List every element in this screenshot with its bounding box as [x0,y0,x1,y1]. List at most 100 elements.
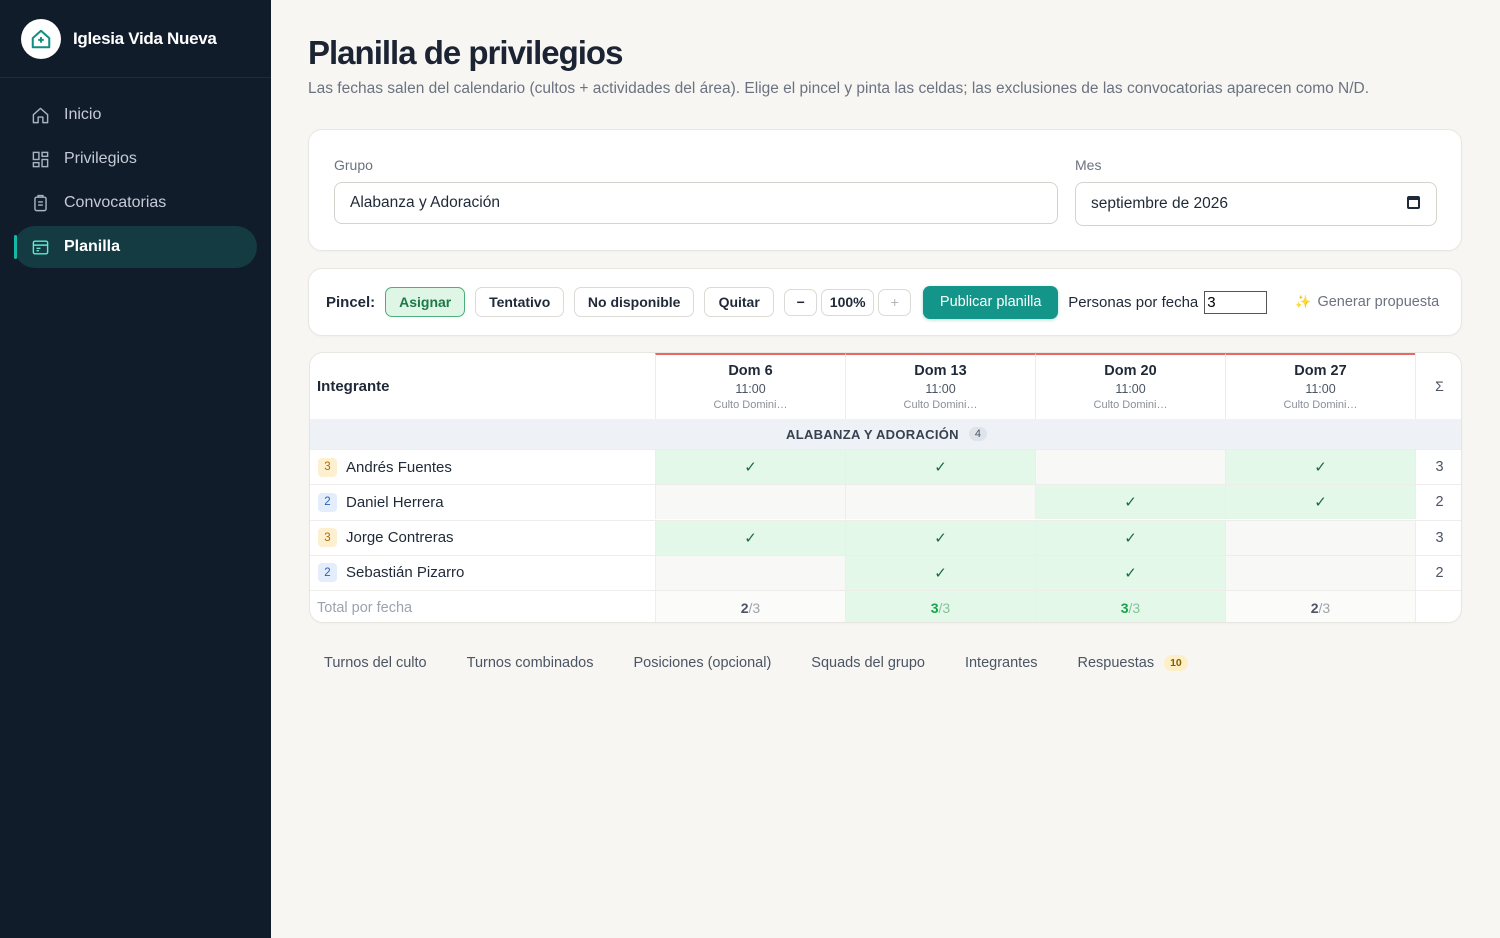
member-name-cell: 3 Andrés Fuentes [310,450,655,484]
date-column-header[interactable]: Dom 13 11:00 Culto Domini… [845,353,1035,419]
assigned-cell[interactable]: ✓ [1225,450,1415,484]
assigned-cell[interactable]: ✓ [845,450,1035,484]
total-sum-cell [1415,591,1461,622]
schedule-grid: Integrante Dom 6 11:00 Culto Domini… Dom… [309,352,1462,623]
zoom-in-button[interactable]: + [878,288,912,316]
zoom-out-button[interactable]: − [784,288,818,316]
generate-proposal-button[interactable]: ✨ Generar propuesta [1295,294,1439,310]
total-target: /3 [748,599,761,616]
filters-card: Grupo Alabanza y Adoración Mes septiembr… [308,129,1462,251]
assigned-cell[interactable]: ✓ [655,450,845,484]
section-row[interactable]: ALABANZA Y ADORACIÓN 4 [310,419,1461,449]
tab-integrantes[interactable]: Integrantes [965,655,1038,671]
brand[interactable]: Iglesia Vida Nueva [0,0,271,78]
date-event: Culto Domini… [713,399,788,411]
generate-label: Generar propuesta [1317,294,1440,310]
member-sum-cell: 3 [1415,520,1461,555]
total-target: /3 [1318,599,1331,616]
sidebar-item-inicio[interactable]: Inicio [14,94,257,136]
empty-cell[interactable] [1225,555,1415,590]
bottom-tabs: Turnos del culto Turnos combinados Posic… [308,650,1212,676]
empty-cell[interactable] [1035,450,1225,484]
empty-cell[interactable] [655,555,845,590]
sidebar-item-convocatorias[interactable]: Convocatorias [14,182,257,224]
empty-cell[interactable] [655,485,845,520]
page-title: Planilla de privilegios [308,34,623,71]
publish-button[interactable]: Publicar planilla [923,285,1059,319]
sidebar-item-label: Inicio [64,106,102,123]
check-icon: ✓ [1314,494,1327,512]
brush-quitar-button[interactable]: Quitar [704,287,775,317]
per-date-label: Personas por fecha [1068,293,1199,311]
date-column-header[interactable]: Dom 20 11:00 Culto Domini… [1035,353,1225,419]
table-row: 2 Sebastián Pizarro ✓ ✓ 2 [310,554,1461,590]
tab-label: Squads del grupo [811,655,925,671]
check-icon: ✓ [1124,529,1137,547]
member-name: Andrés Fuentes [346,458,452,476]
member-sum-cell: 3 [1415,450,1461,484]
date-column-header[interactable]: Dom 6 11:00 Culto Domini… [655,353,845,419]
per-date-input[interactable] [1204,290,1268,314]
zoom-level: 100% [821,288,875,316]
total-cell: 3/3 [845,591,1035,622]
total-count: 2 [1310,599,1319,616]
tab-squads[interactable]: Squads del grupo [811,655,925,671]
sum-header: Σ [1435,378,1444,394]
assigned-cell[interactable]: ✓ [655,520,845,555]
brush-asignar-button[interactable]: Asignar [385,287,466,317]
assigned-cell[interactable]: ✓ [1035,520,1225,555]
member-count-badge: 2 [318,563,337,583]
group-select[interactable]: Alabanza y Adoración [334,182,1058,224]
member-sum: 3 [1435,459,1444,475]
sidebar-item-planilla[interactable]: Planilla [14,226,257,268]
table-row: 3 Andrés Fuentes ✓ ✓ ✓ 3 [310,449,1461,484]
assigned-cell[interactable]: ✓ [845,555,1035,590]
assigned-cell[interactable]: ✓ [1035,485,1225,520]
member-count-badge: 3 [318,457,337,477]
brush-toolbar: Pincel: Asignar Tentativo No disponible … [308,268,1462,336]
total-value: 3/3 [1121,600,1140,616]
empty-cell[interactable] [1225,520,1415,555]
sparkle-icon: ✨ [1295,294,1312,309]
tab-respuestas[interactable]: Respuestas 10 [1078,655,1188,671]
table-row: 3 Jorge Contreras ✓ ✓ ✓ 3 [310,519,1461,555]
assigned-cell[interactable]: ✓ [1225,485,1415,520]
check-icon: ✓ [744,529,757,547]
member-name-cell: 3 Jorge Contreras [310,521,655,555]
calendar-icon[interactable] [1407,196,1420,209]
tab-turnos-combinados[interactable]: Turnos combinados [467,655,594,671]
date-day: Dom 27 [1294,363,1347,379]
check-icon: ✓ [1314,459,1327,476]
sidebar-item-privilegios[interactable]: Privilegios [14,138,257,180]
date-day: Dom 20 [1104,363,1157,379]
date-event: Culto Domini… [1283,399,1358,411]
month-picker[interactable]: septiembre de 2026 [1075,182,1437,226]
tab-posiciones[interactable]: Posiciones (opcional) [633,655,771,671]
check-icon: ✓ [934,459,947,476]
member-name-cell: 2 Daniel Herrera [310,485,655,519]
total-cell: 2/3 [655,591,845,622]
assigned-cell[interactable]: ✓ [845,520,1035,555]
assigned-cell[interactable]: ✓ [1035,555,1225,590]
check-icon: ✓ [1124,494,1137,512]
responses-count-badge: 10 [1164,655,1188,671]
member-name: Daniel Herrera [346,493,444,511]
member-name: Sebastián Pizarro [346,564,465,582]
page-subtitle: Las fechas salen del calendario (cultos … [308,80,1370,97]
home-icon [30,105,50,125]
member-sum: 2 [1435,564,1444,581]
date-time: 11:00 [735,382,766,396]
tab-label: Posiciones (opcional) [633,655,772,671]
table-row: 2 Daniel Herrera ✓ ✓ 2 [310,484,1461,520]
tab-turnos-del-culto[interactable]: Turnos del culto [324,655,427,671]
date-time: 11:00 [925,382,956,396]
calendar-table-icon [30,237,50,257]
member-sum: 2 [1435,494,1444,511]
sidebar: Iglesia Vida Nueva Inicio Privilegios Co… [0,0,271,938]
empty-cell[interactable] [845,485,1035,520]
date-column-header[interactable]: Dom 27 11:00 Culto Domini… [1225,353,1415,419]
brush-no-disponible-button[interactable]: No disponible [574,287,695,317]
date-day: Dom 13 [914,363,967,379]
brush-tentativo-button[interactable]: Tentativo [475,287,565,317]
member-count-badge: 3 [318,528,337,547]
